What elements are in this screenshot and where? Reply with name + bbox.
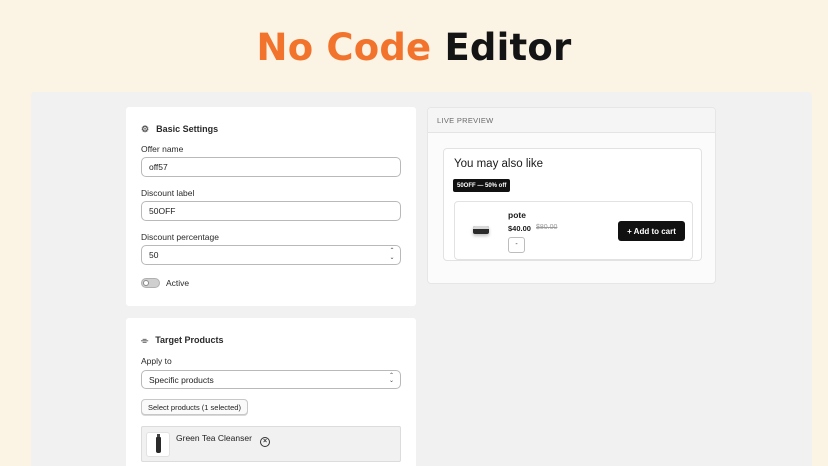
product-compare-price: $80.00 <box>536 224 558 231</box>
add-to-cart-button[interactable]: + Add to cart <box>618 221 685 241</box>
target-products-card: ⌯ Target Products Apply to Specific prod… <box>126 318 416 466</box>
discount-badge: 50OFF — 50% off <box>453 179 511 192</box>
target-products-header: ⌯ Target Products <box>141 333 224 347</box>
live-preview-panel: LIVE PREVIEW You may also like 50OFF — 5… <box>427 107 716 284</box>
product-thumbnail <box>146 432 170 457</box>
quantity-select[interactable]: - <box>508 237 525 253</box>
bottle-icon <box>155 433 161 453</box>
basic-settings-card: ⚙ Basic Settings Offer name off57 Discou… <box>126 107 416 306</box>
basic-settings-header: ⚙ Basic Settings <box>141 122 218 136</box>
number-stepper[interactable]: ⌃ ⌄ <box>388 248 396 262</box>
headline-rest: Editor <box>444 26 572 69</box>
editor-workspace: ⚙ Basic Settings Offer name off57 Discou… <box>31 92 812 466</box>
stepper-up-icon[interactable]: ⌃ <box>389 248 394 255</box>
live-preview-header: LIVE PREVIEW <box>428 108 715 133</box>
discount-percentage-value: 50 <box>149 250 159 260</box>
basic-settings-title: Basic Settings <box>156 124 219 134</box>
active-toggle[interactable] <box>141 278 160 288</box>
offer-name-value: off57 <box>149 162 168 172</box>
widget-title: You may also like <box>454 158 544 170</box>
selected-product-name: Green Tea Cleanser <box>176 433 252 443</box>
select-chevron-icon: ⌃ ⌄ <box>388 373 394 384</box>
offer-name-input[interactable]: off57 <box>141 157 401 177</box>
product-name: pote <box>508 210 526 220</box>
product-price: $40.00 <box>508 224 531 233</box>
discount-label-input[interactable]: 50OFF <box>141 201 401 221</box>
apply-to-value: Specific products <box>149 374 214 385</box>
target-products-title: Target Products <box>155 335 224 345</box>
select-products-button[interactable]: Select products (1 selected) <box>141 399 248 415</box>
gear-icon: ⚙ <box>141 123 150 134</box>
selected-product-item: Green Tea Cleanser × <box>141 426 401 462</box>
product-card: pote $40.00 $80.00 - + Add to cart <box>454 201 693 260</box>
toggle-knob <box>143 280 149 286</box>
headline: No Code Editor <box>0 26 828 69</box>
active-toggle-row: Active <box>141 278 189 288</box>
tag-icon: ⌯ <box>141 334 149 345</box>
active-label: Active <box>166 278 190 288</box>
discount-percentage-label: Discount percentage <box>141 232 219 242</box>
stepper-down-icon[interactable]: ⌄ <box>389 255 394 262</box>
discount-percentage-input[interactable]: 50 ⌃ ⌄ <box>141 245 401 265</box>
discount-label-label: Discount label <box>141 188 195 198</box>
offer-name-label: Offer name <box>141 144 184 154</box>
apply-to-select[interactable]: Specific products ⌃ ⌄ <box>141 370 401 389</box>
headline-accent: No Code <box>256 26 432 69</box>
apply-to-label: Apply to <box>141 356 172 366</box>
remove-circle-icon[interactable]: × <box>260 437 270 447</box>
discount-label-value: 50OFF <box>149 206 176 216</box>
product-image <box>473 226 489 234</box>
upsell-widget: You may also like 50OFF — 50% off pote $… <box>443 148 702 261</box>
